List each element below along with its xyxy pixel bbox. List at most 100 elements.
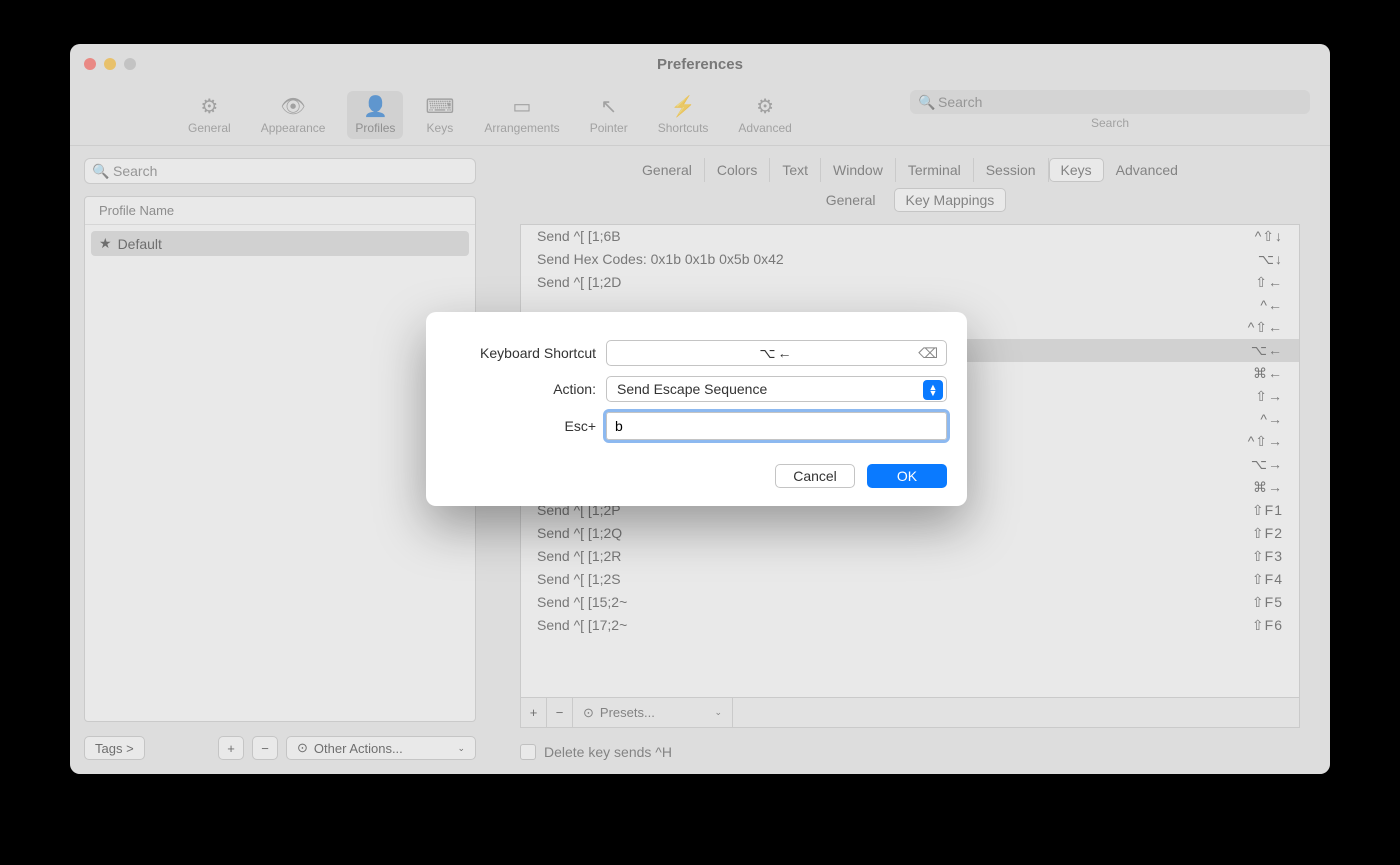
chevron-down-icon: ⌄ bbox=[457, 743, 465, 754]
toolbar-item-label: Pointer bbox=[590, 121, 628, 135]
toolbar-item-profiles[interactable]: 👤Profiles bbox=[347, 91, 403, 139]
mapping-key: ⇧← bbox=[1255, 274, 1283, 291]
maximize-icon[interactable] bbox=[124, 58, 136, 70]
mapping-key: ⌥← bbox=[1251, 342, 1283, 359]
close-icon[interactable] bbox=[84, 58, 96, 70]
mapping-row[interactable]: Send ^[ [1;2S ⇧F4 bbox=[521, 568, 1299, 591]
add-profile-button[interactable]: + bbox=[218, 736, 244, 760]
mapping-key: ⇧F2 bbox=[1252, 525, 1283, 542]
toolbar-item-pointer[interactable]: ↖ Pointer bbox=[582, 91, 636, 139]
toolbar-item-appearance[interactable]: 👁 Appearance bbox=[253, 91, 334, 139]
tab-terminal[interactable]: Terminal bbox=[896, 158, 974, 182]
toolbar-search-input[interactable] bbox=[910, 90, 1310, 114]
mapping-action: Send Hex Codes: 0x1b 0x1b 0x5b 0x42 bbox=[537, 251, 784, 268]
action-select[interactable]: Send Escape Sequence ▲▼ bbox=[606, 376, 947, 402]
traffic-lights[interactable] bbox=[84, 58, 136, 70]
presets-dropdown[interactable]: ⊙Presets... ⌄ bbox=[573, 698, 733, 727]
mapping-key: ^→ bbox=[1260, 411, 1283, 427]
toolbar: ⚙General👁Appearance👤Profiles⌨Keys▭Arrang… bbox=[70, 84, 1330, 146]
window-title: Preferences bbox=[657, 56, 743, 73]
mapping-action: Send ^[ [1;2S bbox=[537, 571, 621, 588]
chevron-updown-icon: ▲▼ bbox=[923, 380, 943, 400]
profile-tabs: GeneralColorsTextWindowTerminalSessionKe… bbox=[490, 158, 1330, 182]
tab-advanced[interactable]: Advanced bbox=[1104, 158, 1190, 182]
mapping-action: Send ^[ [17;2~ bbox=[537, 617, 627, 634]
toolbar-item-label: Appearance bbox=[261, 121, 326, 135]
mapping-action: Send ^[ [1;2R bbox=[537, 548, 621, 565]
ok-button[interactable]: OK bbox=[867, 464, 947, 488]
toolbar-item-keys[interactable]: ⌨ Keys bbox=[417, 91, 462, 139]
mapping-key: ^⇧→ bbox=[1248, 433, 1283, 450]
toolbar-item-label: Keys bbox=[427, 121, 454, 135]
mapping-action: Send ^[ [15;2~ bbox=[537, 594, 627, 611]
search-icon: 🔍 bbox=[918, 94, 935, 111]
mapping-row[interactable]: Send ^[ [1;2R ⇧F3 bbox=[521, 545, 1299, 568]
mapping-key: ⇧F4 bbox=[1252, 571, 1283, 588]
tab-keys[interactable]: Keys bbox=[1049, 158, 1104, 182]
profile-name: Default bbox=[118, 236, 162, 252]
edit-mapping-dialog: Keyboard Shortcut ⌥← ⌫ Action: Send Esca… bbox=[426, 312, 967, 506]
sidebar-search: 🔍 bbox=[84, 158, 476, 184]
search-icon: 🔍 bbox=[92, 163, 109, 180]
mapping-row[interactable]: Send ^[ [1;6B ^⇧↓ bbox=[521, 225, 1299, 248]
shortcut-input[interactable]: ⌥← ⌫ bbox=[606, 340, 947, 366]
toolbar-item-label: General bbox=[188, 121, 231, 135]
advanced-icon: ⚙ bbox=[756, 95, 774, 119]
mapping-key: ^← bbox=[1260, 297, 1283, 313]
delete-key-checkbox-row[interactable]: Delete key sends ^H bbox=[520, 744, 1300, 760]
add-mapping-button[interactable]: + bbox=[521, 698, 547, 727]
toolbar-item-general[interactable]: ⚙General bbox=[180, 91, 239, 139]
keys-icon: ⌨ bbox=[425, 95, 454, 119]
tags-button[interactable]: Tags > bbox=[84, 736, 145, 760]
checkbox[interactable] bbox=[520, 744, 536, 760]
other-actions-button[interactable]: ⊙Other Actions... ⌄ bbox=[286, 736, 476, 760]
profile-search-input[interactable] bbox=[84, 158, 476, 184]
clear-icon[interactable]: ⌫ bbox=[918, 345, 940, 362]
profiles-icon: 👤 bbox=[363, 95, 388, 119]
tab-window[interactable]: Window bbox=[821, 158, 896, 182]
star-icon: ★ bbox=[99, 235, 112, 252]
mapping-key: ⇧F3 bbox=[1252, 548, 1283, 565]
toolbar-item-label: Arrangements bbox=[484, 121, 559, 135]
tab-session[interactable]: Session bbox=[974, 158, 1049, 182]
mapping-key: ⌘→ bbox=[1253, 479, 1283, 496]
mapping-key: ⇧F1 bbox=[1252, 502, 1283, 519]
esc-label: Esc+ bbox=[446, 418, 606, 434]
mapping-row[interactable]: Send ^[ [15;2~ ⇧F5 bbox=[521, 591, 1299, 614]
minimize-icon[interactable] bbox=[104, 58, 116, 70]
mapping-row[interactable]: Send ^[ [17;2~ ⇧F6 bbox=[521, 614, 1299, 637]
toolbar-item-arrangements[interactable]: ▭Arrangements bbox=[476, 91, 567, 139]
toolbar-item-advanced[interactable]: ⚙ Advanced bbox=[730, 91, 799, 139]
pointer-icon: ↖ bbox=[600, 95, 617, 119]
toolbar-item-label: Advanced bbox=[738, 121, 791, 135]
shortcuts-icon: ⚡ bbox=[671, 95, 696, 119]
profile-list: Profile Name ★ Default bbox=[84, 196, 476, 722]
mapping-key: ⇧F6 bbox=[1252, 617, 1283, 634]
mapping-action: Send ^[ [1;6B bbox=[537, 228, 621, 245]
toolbar-search-container: 🔍 Search bbox=[910, 90, 1310, 130]
esc-sequence-input[interactable] bbox=[606, 412, 947, 440]
mapping-row[interactable]: Send ^[ [1;2Q⇧F2 bbox=[521, 522, 1299, 545]
titlebar: Preferences bbox=[70, 44, 1330, 84]
subtab-key-mappings[interactable]: Key Mappings bbox=[894, 188, 1007, 212]
mapping-key: ⇧F5 bbox=[1252, 594, 1283, 611]
tab-colors[interactable]: Colors bbox=[705, 158, 770, 182]
tab-general[interactable]: General bbox=[630, 158, 705, 182]
action-label: Action: bbox=[446, 381, 606, 397]
mapping-row[interactable]: Send Hex Codes: 0x1b 0x1b 0x5b 0x42 ⌥↓ bbox=[521, 248, 1299, 271]
toolbar-item-shortcuts[interactable]: ⚡Shortcuts bbox=[650, 91, 717, 139]
mapping-key: ⌥→ bbox=[1251, 456, 1283, 473]
appearance-icon: 👁 bbox=[280, 95, 305, 119]
mapping-key: ⌥↓ bbox=[1258, 251, 1283, 268]
mapping-row[interactable]: Send ^[ [1;2D⇧← bbox=[521, 271, 1299, 294]
remove-mapping-button[interactable]: − bbox=[547, 698, 573, 727]
cancel-button[interactable]: Cancel bbox=[775, 464, 855, 488]
profile-list-header[interactable]: Profile Name bbox=[85, 197, 475, 225]
subtab-general[interactable]: General bbox=[814, 188, 888, 212]
mapping-key: ^⇧↓ bbox=[1255, 228, 1283, 245]
remove-profile-button[interactable]: − bbox=[252, 736, 278, 760]
tab-text[interactable]: Text bbox=[770, 158, 821, 182]
list-controls: + − ⊙Presets... ⌄ bbox=[520, 698, 1300, 728]
profile-row[interactable]: ★ Default bbox=[91, 231, 469, 256]
mapping-key: ⌘← bbox=[1253, 365, 1283, 382]
